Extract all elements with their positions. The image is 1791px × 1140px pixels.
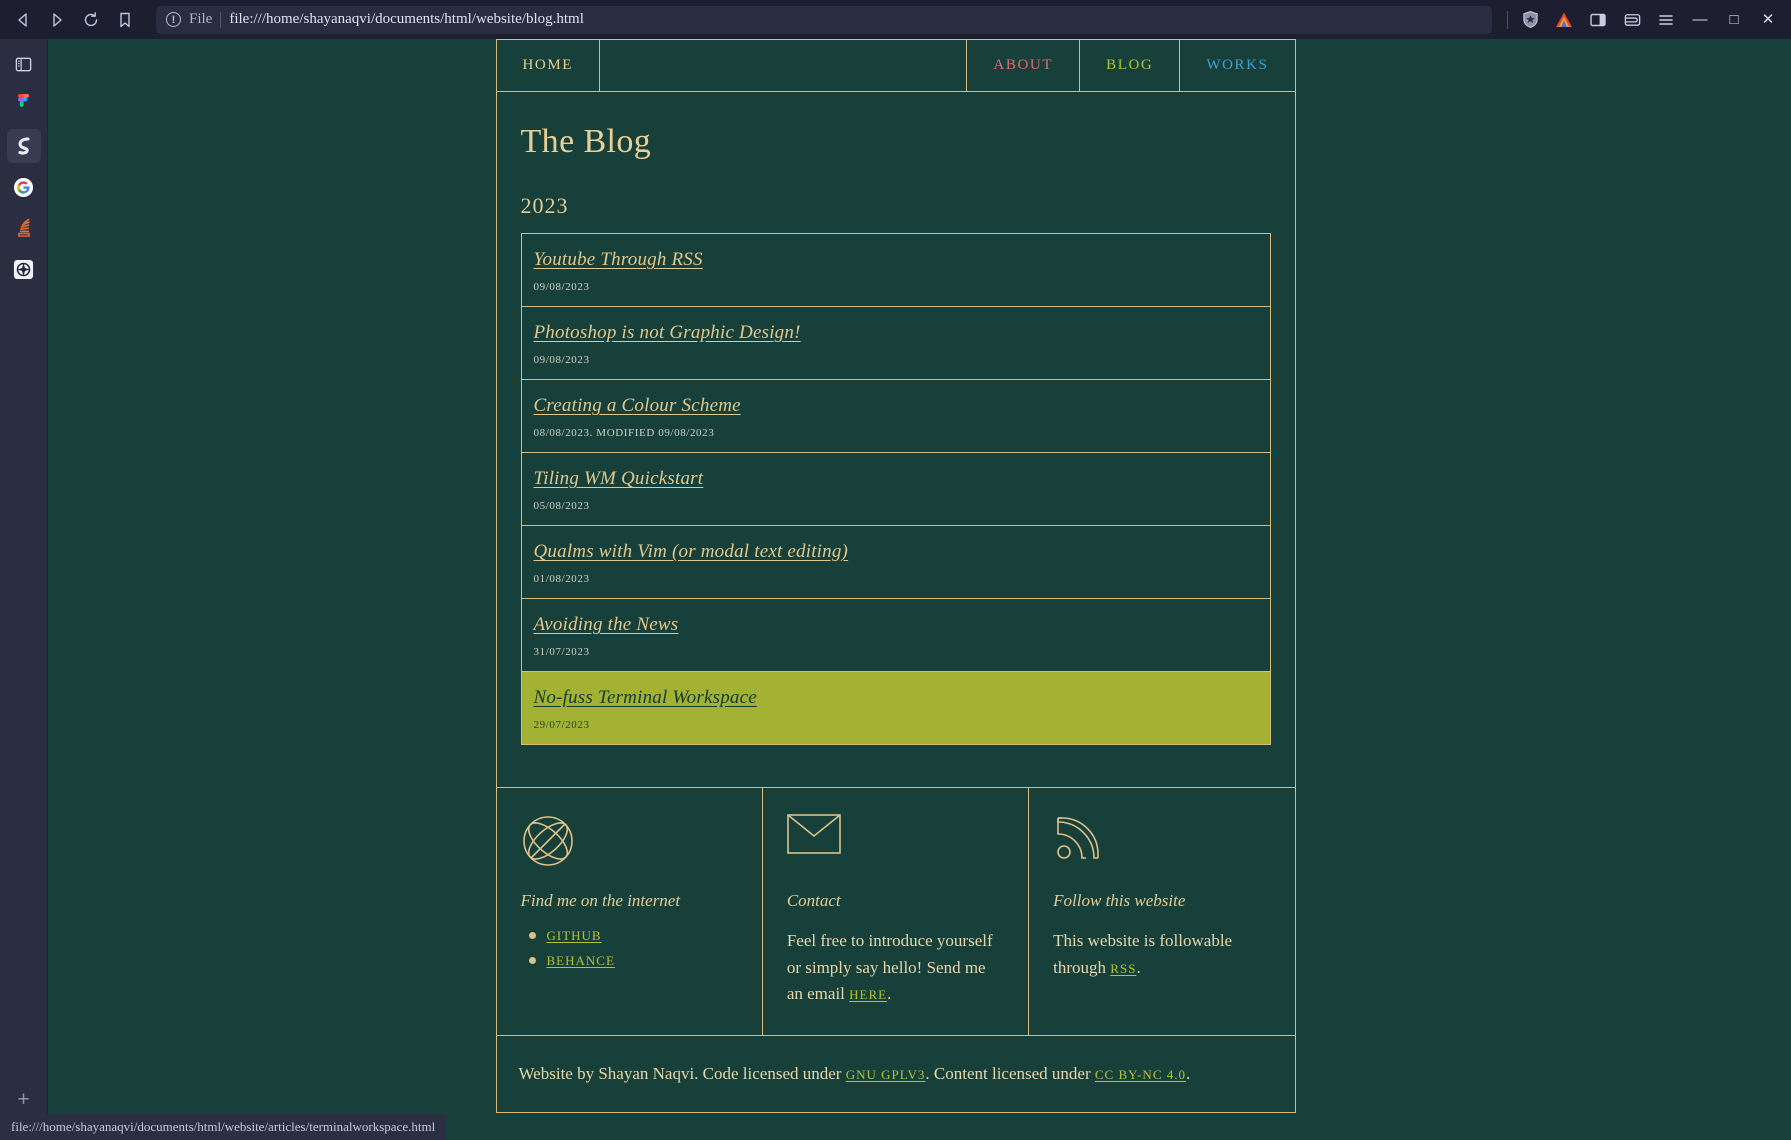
stack-overflow-icon[interactable] xyxy=(7,211,41,245)
leo-ai-icon[interactable] xyxy=(1547,5,1581,35)
back-arrow-icon[interactable] xyxy=(6,5,40,35)
colophon-part2: . Content licensed under xyxy=(925,1064,1095,1084)
footer-column-contact: Contact Feel free to introduce yourself … xyxy=(763,788,1030,1036)
wallet-icon[interactable] xyxy=(1615,5,1649,35)
cc-license-link[interactable]: CC BY-NC 4.0 xyxy=(1095,1067,1186,1082)
footer-heading: Find me on the internet xyxy=(520,891,681,911)
url-scheme-label: File xyxy=(189,11,213,27)
gpl-license-link[interactable]: GNU GPLV3 xyxy=(846,1067,926,1082)
footer-heading: Contact xyxy=(786,891,841,911)
social-link-list: GITHUB BEHANCE xyxy=(528,928,738,969)
page-viewport: HOME ABOUT BLOG WORKS The Blog 2023 Yout… xyxy=(48,39,1791,1140)
figma-icon[interactable] xyxy=(7,88,41,122)
reload-icon[interactable] xyxy=(74,5,108,35)
hamburger-menu-icon[interactable] xyxy=(1649,5,1683,35)
browser-body: + HOME ABOUT BLOG WORKS The Blog 2023 Yo… xyxy=(0,39,1791,1140)
post-date: 29/07/2023 xyxy=(533,718,590,731)
brave-side-rail: + xyxy=(0,39,48,1140)
nav-link-home[interactable]: HOME xyxy=(497,40,601,91)
browser-window: ! File file:///home/shayanaqvi/documents… xyxy=(0,0,1791,1140)
post-date: 05/08/2023 xyxy=(533,499,590,512)
list-item[interactable]: No-fuss Terminal Workspace 29/07/2023 xyxy=(521,672,1270,745)
sidebar-toggle-icon[interactable] xyxy=(1581,5,1615,35)
contact-text-after: . xyxy=(887,983,892,1003)
footer-heading: Follow this website xyxy=(1053,891,1186,911)
post-date: 31/07/2023 xyxy=(533,645,590,658)
brave-shields-icon[interactable] xyxy=(1513,5,1547,35)
post-date: 09/08/2023 xyxy=(533,280,590,293)
sidebar-panel-icon[interactable] xyxy=(7,47,41,81)
nav-link-about[interactable]: ABOUT xyxy=(967,40,1081,91)
colophon-part1: Website by Shayan Naqvi. Code licensed u… xyxy=(518,1064,846,1084)
post-list: Youtube Through RSS 09/08/2023 Photoshop… xyxy=(520,233,1271,746)
nav-link-blog[interactable]: BLOG xyxy=(1080,40,1181,91)
obsidian-s-icon[interactable] xyxy=(6,129,41,163)
window-maximize-button[interactable]: □ xyxy=(1717,5,1751,35)
post-title-link[interactable]: Qualms with Vim (or modal text editing) xyxy=(534,540,849,565)
rss-link[interactable]: RSS xyxy=(1110,961,1136,976)
post-title-link[interactable]: Youtube Through RSS xyxy=(534,248,703,273)
site-navigation: HOME ABOUT BLOG WORKS xyxy=(495,39,1296,91)
github-link[interactable]: GITHUB xyxy=(547,928,602,943)
post-title-link[interactable]: Tiling WM Quickstart xyxy=(534,467,704,492)
list-item[interactable]: Photoshop is not Graphic Design! 09/08/2… xyxy=(521,307,1270,381)
list-item[interactable]: Youtube Through RSS 09/08/2023 xyxy=(521,234,1270,308)
add-sidebar-item-button[interactable]: + xyxy=(9,1084,39,1114)
list-item[interactable]: Creating a Colour Scheme 08/08/2023. MOD… xyxy=(521,380,1270,454)
toolbar-divider xyxy=(1507,10,1508,29)
colophon-part3: . xyxy=(1186,1064,1191,1084)
brave-rewards-icon[interactable] xyxy=(7,252,41,286)
website-root: HOME ABOUT BLOG WORKS The Blog 2023 Yout… xyxy=(495,39,1296,1113)
site-info-icon[interactable]: ! xyxy=(166,12,181,27)
follow-text-after: . xyxy=(1136,957,1141,977)
page-title: The Blog xyxy=(520,123,652,160)
address-bar[interactable]: ! File file:///home/shayanaqvi/documents… xyxy=(156,5,1492,34)
google-icon[interactable] xyxy=(7,170,41,204)
year-heading: 2023 xyxy=(520,192,569,218)
list-item[interactable]: Qualms with Vim (or modal text editing) … xyxy=(521,526,1270,600)
post-title-link[interactable]: No-fuss Terminal Workspace xyxy=(534,686,757,711)
footer-column-internet: Find me on the internet GITHUB BEHANCE xyxy=(497,788,763,1036)
contact-text: Feel free to introduce yourself or simpl… xyxy=(787,928,1004,1007)
nav-spacer xyxy=(600,40,968,91)
footer-column-follow: Follow this website This website is foll… xyxy=(1029,788,1294,1035)
follow-text-before: This website is followable through xyxy=(1053,931,1233,977)
follow-text: This website is followable through RSS. xyxy=(1053,928,1270,981)
main-content: The Blog 2023 Youtube Through RSS 09/08/… xyxy=(495,91,1296,789)
browser-toolbar: ! File file:///home/shayanaqvi/documents… xyxy=(0,0,1791,39)
list-item: BEHANCE xyxy=(528,953,738,969)
post-date: 01/08/2023 xyxy=(533,572,590,585)
bookmark-icon[interactable] xyxy=(108,5,142,35)
site-footer: Find me on the internet GITHUB BEHANCE C… xyxy=(495,788,1296,1037)
globe-network-icon xyxy=(521,814,738,868)
envelope-icon xyxy=(787,814,1004,868)
window-minimize-button[interactable]: — xyxy=(1683,5,1717,35)
nav-link-works[interactable]: WORKS xyxy=(1180,40,1294,91)
forward-arrow-icon[interactable] xyxy=(40,5,74,35)
list-item[interactable]: Tiling WM Quickstart 05/08/2023 xyxy=(521,453,1270,527)
post-title-link[interactable]: Creating a Colour Scheme xyxy=(534,394,741,419)
list-item: GITHUB xyxy=(528,928,738,944)
behance-link[interactable]: BEHANCE xyxy=(547,953,615,968)
link-status-bar: file:///home/shayanaqvi/documents/html/w… xyxy=(0,1114,447,1140)
urlbar-divider xyxy=(220,11,222,28)
post-title-link[interactable]: Avoiding the News xyxy=(534,613,679,638)
url-text[interactable]: file:///home/shayanaqvi/documents/html/w… xyxy=(229,12,584,27)
rss-icon xyxy=(1053,814,1270,868)
window-close-button[interactable]: ✕ xyxy=(1751,5,1785,35)
list-item[interactable]: Avoiding the News 31/07/2023 xyxy=(521,599,1270,673)
email-link[interactable]: HERE xyxy=(849,987,887,1002)
post-date: 08/08/2023. MODIFIED 09/08/2023 xyxy=(533,426,715,439)
post-title-link[interactable]: Photoshop is not Graphic Design! xyxy=(534,321,801,346)
post-date: 09/08/2023 xyxy=(533,353,590,366)
colophon: Website by Shayan Naqvi. Code licensed u… xyxy=(495,1036,1296,1113)
